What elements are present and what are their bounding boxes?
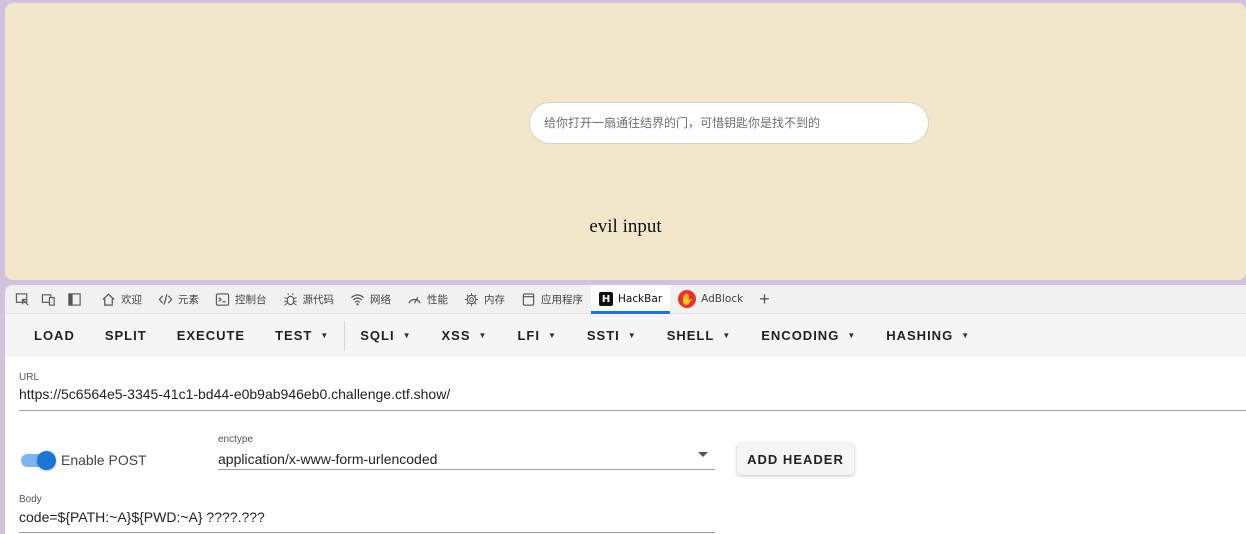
home-icon xyxy=(102,293,115,306)
wifi-icon xyxy=(351,293,364,305)
tab-elements[interactable]: 元素 xyxy=(150,285,207,314)
evil-input-text: evil input xyxy=(589,216,662,237)
body-underline xyxy=(19,532,715,533)
shell-menu-button[interactable]: SHELL ▼ xyxy=(652,314,747,357)
enable-post-toggle[interactable] xyxy=(21,451,57,470)
ssti-menu-button[interactable]: SSTI ▼ xyxy=(572,314,652,357)
lfi-menu-button[interactable]: LFI ▼ xyxy=(502,314,571,357)
app-icon xyxy=(522,292,535,306)
toggle-thumb xyxy=(37,451,56,470)
caret-down-icon: ▼ xyxy=(478,331,488,340)
tab-label: 应用程序 xyxy=(541,293,583,306)
tab-label: 内存 xyxy=(484,293,505,306)
tab-performance[interactable]: 性能 xyxy=(399,285,456,314)
hackbar-toolbar: LOAD SPLIT EXECUTE TEST ▼ SQLI ▼ XSS ▼ LFI ▼… xyxy=(5,314,1246,357)
sqli-menu-button[interactable]: SQLI ▼ xyxy=(345,314,426,357)
devtools-panel: 欢迎 元素 控制台 源代码 网络 性能 内存 应用程序 H HackBar ✋ … xyxy=(5,285,1246,534)
enctype-underline xyxy=(218,469,715,470)
caret-down-icon: ▼ xyxy=(961,331,971,340)
tab-label: 源代码 xyxy=(302,293,335,306)
gauge-icon xyxy=(408,296,421,304)
caret-down-icon: ▼ xyxy=(402,331,412,340)
tab-label: HackBar xyxy=(618,293,663,305)
tab-label: AdBlock xyxy=(701,293,744,305)
test-menu-button[interactable]: TEST ▼ xyxy=(260,314,344,357)
split-button[interactable]: SPLIT xyxy=(90,314,162,357)
search-input[interactable] xyxy=(529,102,929,144)
tab-adblock[interactable]: ✋ AdBlock xyxy=(670,285,751,314)
body-field[interactable]: code=${PATH:~A}${PWD:~A} ????.??? xyxy=(19,509,265,525)
chevron-down-icon[interactable] xyxy=(698,452,708,457)
bug-icon xyxy=(283,292,297,306)
chip-icon xyxy=(464,292,479,306)
console-icon xyxy=(215,292,230,306)
add-tab-icon[interactable]: + xyxy=(751,289,778,310)
body-label: Body xyxy=(19,494,42,505)
tab-welcome[interactable]: 欢迎 xyxy=(93,285,150,314)
url-field[interactable]: https://5c6564e5-3345-41c1-bd44-e0b9ab94… xyxy=(19,386,450,402)
tab-label: 网络 xyxy=(370,293,391,306)
tab-hackbar[interactable]: H HackBar xyxy=(591,285,671,314)
caret-down-icon: ▼ xyxy=(722,331,732,340)
tab-label: 控制台 xyxy=(235,293,267,306)
tab-label: 性能 xyxy=(427,293,448,306)
enable-post-label: Enable POST xyxy=(61,452,147,468)
caret-down-icon: ▼ xyxy=(627,331,637,340)
add-header-button[interactable]: ADD HEADER xyxy=(737,443,854,475)
load-button[interactable]: LOAD xyxy=(19,314,90,357)
tab-label: 元素 xyxy=(178,293,199,306)
url-label: URL xyxy=(19,372,40,383)
device-emulation-icon[interactable] xyxy=(35,285,61,314)
inspect-element-icon[interactable] xyxy=(9,285,35,314)
caret-down-icon: ▼ xyxy=(547,331,557,340)
tab-label: 欢迎 xyxy=(121,293,142,306)
tab-network[interactable]: 网络 xyxy=(342,285,399,314)
encoding-menu-button[interactable]: ENCODING ▼ xyxy=(746,314,871,357)
execute-button[interactable]: EXECUTE xyxy=(162,314,260,357)
caret-down-icon: ▼ xyxy=(847,331,857,340)
code-icon xyxy=(158,293,173,305)
tab-application[interactable]: 应用程序 xyxy=(513,285,591,314)
tab-sources[interactable]: 源代码 xyxy=(275,285,343,314)
tab-memory[interactable]: 内存 xyxy=(456,285,513,314)
tab-console[interactable]: 控制台 xyxy=(207,285,275,314)
url-underline xyxy=(19,410,1246,411)
adblock-hand-icon: ✋ xyxy=(678,290,697,308)
caret-down-icon: ▼ xyxy=(320,331,330,340)
devtools-tabbar: 欢迎 元素 控制台 源代码 网络 性能 内存 应用程序 H HackBar ✋ … xyxy=(5,285,1246,314)
hackbar-logo-icon: H xyxy=(599,292,613,306)
hashing-menu-button[interactable]: HASHING ▼ xyxy=(871,314,985,357)
dock-sidebar-icon[interactable] xyxy=(61,285,87,314)
enctype-select[interactable]: application/x-www-form-urlencoded xyxy=(218,451,437,467)
xss-menu-button[interactable]: XSS ▼ xyxy=(427,314,503,357)
page-viewport: evil input xyxy=(5,3,1246,280)
enctype-label: enctype xyxy=(218,434,254,445)
